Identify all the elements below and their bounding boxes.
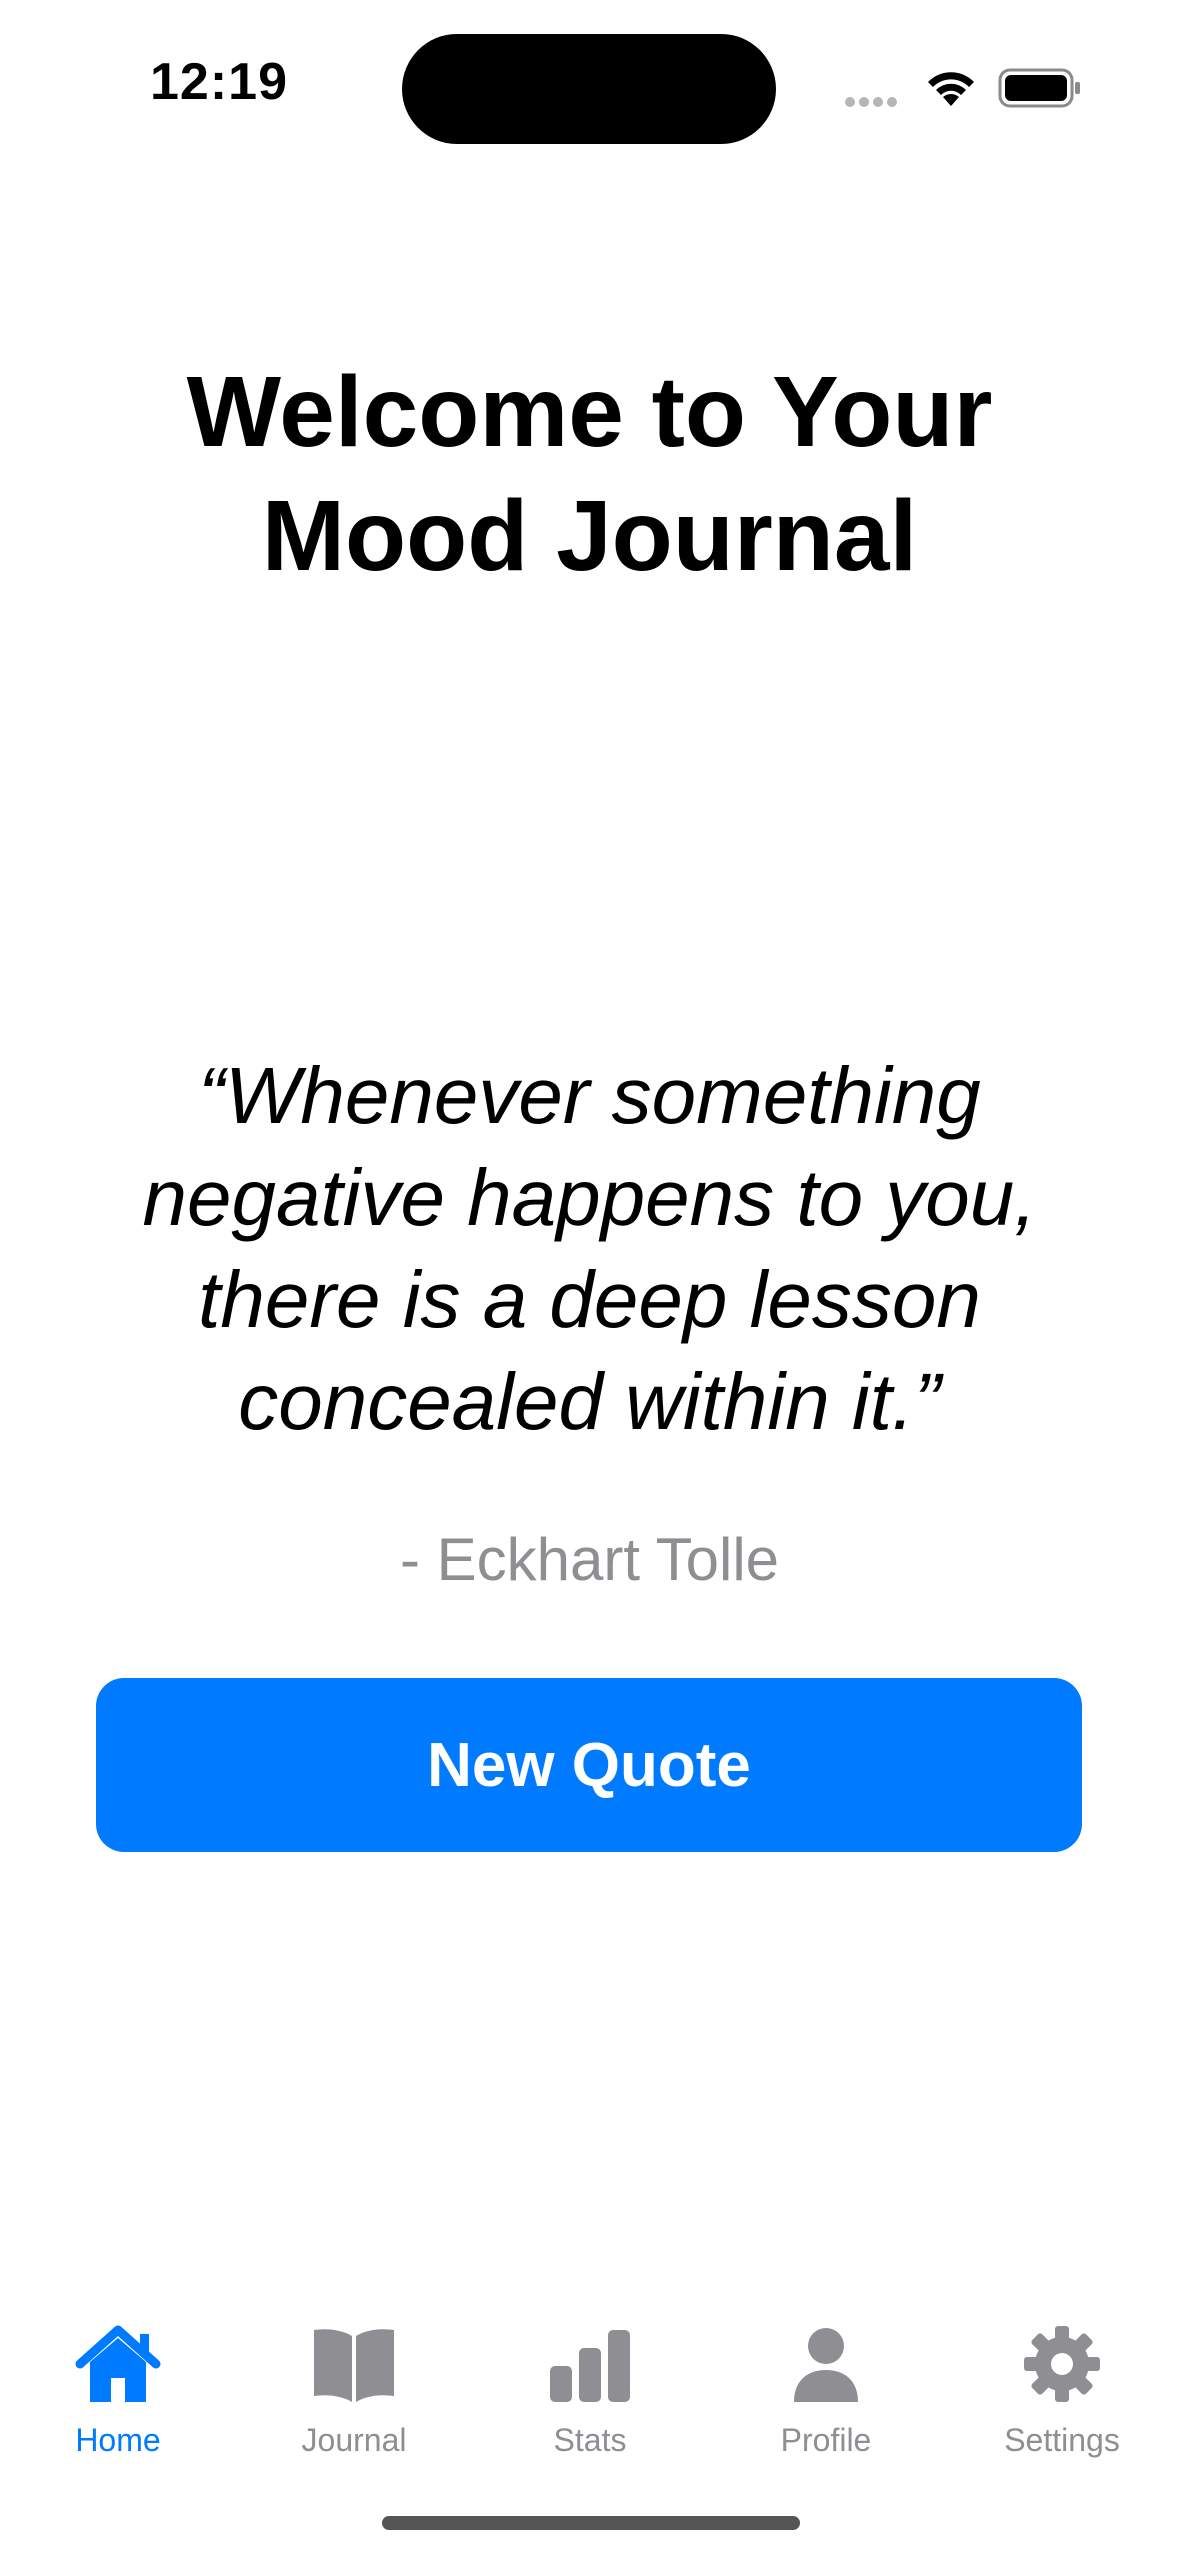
title-line: Welcome to Your	[186, 356, 993, 468]
tab-label: Settings	[1004, 2422, 1120, 2458]
tab-settings[interactable]: Settings	[962, 2300, 1162, 2480]
battery-icon	[998, 68, 1080, 108]
tab-label: Journal	[301, 2422, 407, 2458]
tab-label: Profile	[780, 2422, 872, 2458]
tab-bar: Home Journal Stats Profile Settings	[0, 2300, 1179, 2500]
new-quote-button[interactable]: New Quote	[96, 1678, 1082, 1852]
tab-home[interactable]: Home	[18, 2300, 218, 2480]
tab-label: Home	[75, 2422, 161, 2458]
quote-line: concealed within it.”	[238, 1357, 941, 1446]
bar-chart-icon	[550, 2330, 630, 2402]
dynamic-island	[402, 34, 776, 144]
status-time: 12:19	[150, 53, 288, 111]
quote-line: “Whenever something	[198, 1051, 981, 1140]
tab-profile[interactable]: Profile	[726, 2300, 926, 2480]
title-line: Mood Journal	[261, 480, 918, 592]
quote-author: - Eckhart Tolle	[399, 1526, 780, 1593]
home-indicator[interactable]	[382, 2516, 800, 2530]
quote-line: there is a deep lesson	[198, 1255, 981, 1344]
tab-stats[interactable]: Stats	[490, 2300, 690, 2480]
wifi-icon	[928, 72, 974, 106]
page-title: Welcome to Your Mood Journal	[0, 350, 1179, 598]
person-icon	[794, 2328, 858, 2402]
quote-text: “Whenever something negative happens to …	[60, 1045, 1119, 1453]
book-icon	[314, 2329, 394, 2402]
tab-label: Stats	[553, 2422, 627, 2458]
quote-line: negative happens to you,	[142, 1153, 1037, 1242]
tab-journal[interactable]: Journal	[254, 2300, 454, 2480]
cellular-signal-icon	[845, 94, 905, 107]
screen: 12:19 Welcome to Your Mood Journal “When…	[0, 0, 1179, 2556]
house-icon	[75, 2325, 161, 2402]
gear-icon	[1024, 2326, 1100, 2402]
